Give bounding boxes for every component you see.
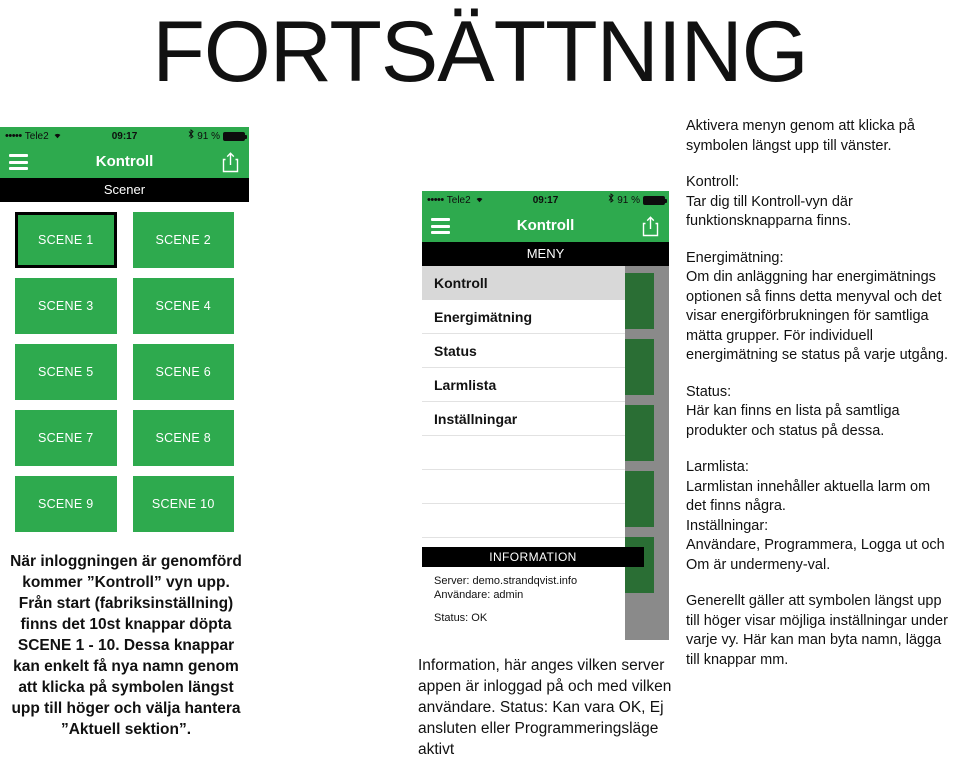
menu-item-empty-6 <box>422 470 625 504</box>
notes-section-2: Energimätning: Om din anläggning har ener… <box>686 249 952 366</box>
phone-mockup-center: ••••• Tele2 09:17 91 % Kontroll MENY Kon… <box>422 191 669 640</box>
notes-section-1: Kontroll: Tar dig till Kontroll-vyn där f… <box>686 173 952 232</box>
notes-section-3: Status: Här kan finns en lista på samtlig… <box>686 383 952 442</box>
scene-button-9[interactable]: SCENE 9 <box>15 476 117 532</box>
scene-button-2[interactable]: SCENE 2 <box>132 212 234 268</box>
scene-button-5[interactable]: SCENE 5 <box>15 344 117 400</box>
scene-button-3[interactable]: SCENE 3 <box>15 278 117 334</box>
notes-section-body: Tar dig till Kontroll-vyn där funktionsk… <box>686 193 853 230</box>
notes-section-heading: Status: <box>686 383 732 400</box>
menu-item-larmlista[interactable]: Larmlista <box>422 368 625 402</box>
information-body: Server: demo.strandqvist.info Användare:… <box>422 567 625 640</box>
notes-section-heading: Energimätning: <box>686 249 784 266</box>
menu-list: Kontroll Energimätning Status Larmlista Inst… <box>422 266 625 572</box>
notes-footer: Generellt gäller att symbolen längst upp… <box>686 593 948 668</box>
notes-intro: Aktivera menyn genom att klicka på symbo… <box>686 118 915 154</box>
menu-item-empty-5 <box>422 436 625 470</box>
information-user-line: Användare: admin <box>434 589 524 601</box>
notes-section-heading: Inställningar: <box>686 517 769 534</box>
status-bar-left: ••••• Tele2 09:17 91 % <box>0 127 249 146</box>
information-server-line: Server: demo.strandqvist.info <box>434 575 578 587</box>
notes-section-body: Här kan finns en lista på samtliga produ… <box>686 403 900 439</box>
section-bar-scener: Scener <box>0 178 249 202</box>
menu-item-status[interactable]: Status <box>422 334 625 368</box>
notes-column: Aktivera menyn genom att klicka på symbo… <box>686 117 952 670</box>
status-bar-right-group: 91 % <box>188 127 247 146</box>
notes-section-heading: Kontroll: <box>686 174 740 190</box>
notes-sections: Kontroll: Tar dig till Kontroll-vyn där f… <box>686 173 952 575</box>
section-bar-meny: MENY <box>422 242 669 266</box>
battery-percent-label: 91 % <box>617 195 640 206</box>
share-icon[interactable] <box>642 216 659 237</box>
scene-button-4[interactable]: SCENE 4 <box>132 278 234 334</box>
menu-item-empty-7 <box>422 504 625 538</box>
menu-item-energim-tning[interactable]: Energimätning <box>422 300 625 334</box>
scene-button-7[interactable]: SCENE 7 <box>15 410 117 466</box>
status-bar-right-group: 91 % <box>608 191 667 210</box>
scene-button-6[interactable]: SCENE 6 <box>132 344 234 400</box>
share-icon[interactable] <box>222 152 239 173</box>
notes-section-body: Användare, Programmera, Logga ut och Om … <box>686 537 945 573</box>
notes-section-5: Inställningar: Användare, Programmera, Lo… <box>686 517 952 576</box>
phone-mockup-left: ••••• Tele2 09:17 91 % Kontroll Scener S… <box>0 127 249 548</box>
notes-section-body: Larmlistan innehåller aktuella larm om d… <box>686 478 931 515</box>
notes-section-4: Larmlista: Larmlistan innehåller aktuella… <box>686 458 952 517</box>
battery-icon <box>643 196 667 205</box>
battery-percent-label: 91 % <box>197 131 220 142</box>
battery-icon <box>223 132 247 141</box>
bluetooth-icon <box>608 191 614 210</box>
status-bar-center: ••••• Tele2 09:17 91 % <box>422 191 669 210</box>
nav-bar-center: Kontroll <box>422 210 669 242</box>
bluetooth-icon <box>188 127 194 146</box>
scene-button-1[interactable]: SCENE 1 <box>15 212 117 268</box>
scene-button-10[interactable]: SCENE 10 <box>132 476 234 532</box>
menu-item-kontroll[interactable]: Kontroll <box>422 266 625 300</box>
caption-left: När inloggningen är genomförd kommer ”Ko… <box>10 553 242 738</box>
information-header: INFORMATION <box>422 547 644 567</box>
notes-section-body: Om din anläggning har energimätnings opt… <box>686 269 948 363</box>
information-status-line: Status: OK <box>434 612 488 624</box>
scene-button-8[interactable]: SCENE 8 <box>132 410 234 466</box>
notes-section-heading: Larmlista: <box>686 459 749 475</box>
page-title: FORTSÄTTNING <box>152 4 808 100</box>
scene-button-grid: SCENE 1 SCENE 2 SCENE 3 SCENE 4 SCENE 5 SCENE… <box>0 202 249 532</box>
nav-title-left: Kontroll <box>95 153 154 170</box>
nav-title-center: Kontroll <box>516 217 575 234</box>
information-spacer <box>434 602 625 611</box>
caption-center: Information, här anges vilken server app… <box>418 657 672 757</box>
slide-canvas: FORTSÄTTNING ••••• Tele2 09:17 91 % Kont… <box>0 0 960 757</box>
nav-bar-left: Kontroll <box>0 146 249 178</box>
menu-item-inst-llningar[interactable]: Inställningar <box>422 402 625 436</box>
